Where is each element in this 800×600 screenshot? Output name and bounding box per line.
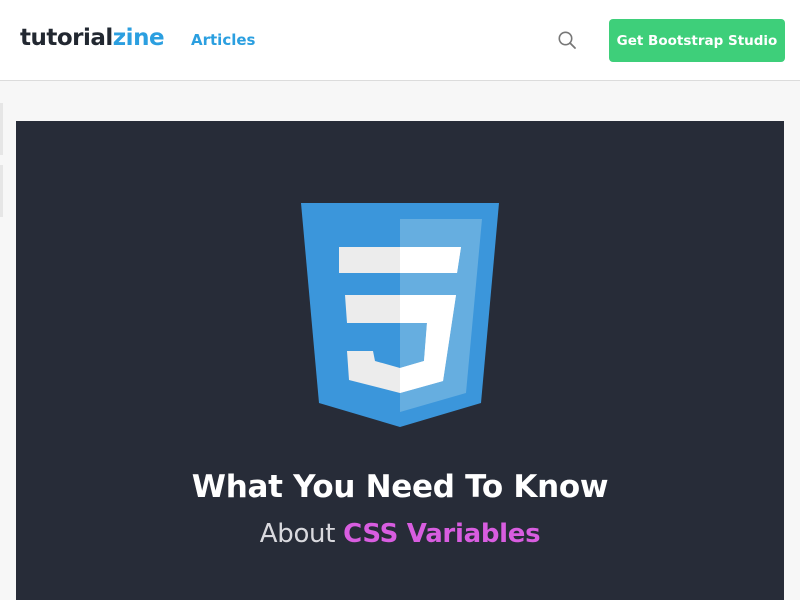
search-icon	[558, 31, 576, 49]
css3-logo-icon	[301, 203, 499, 427]
top-navbar: tutorialzine Articles Get Bootstrap Stud…	[0, 0, 800, 81]
logo-text-tutorial: tutorial	[20, 25, 113, 51]
nav-link-articles[interactable]: Articles	[191, 30, 255, 50]
article-hero-image[interactable]: What You Need To Know About CSS Variable…	[16, 121, 784, 600]
logo-text-zine: zine	[112, 25, 165, 51]
hero-title: What You Need To Know	[191, 469, 609, 505]
site-logo[interactable]: tutorialzine	[20, 22, 165, 54]
hero-subtitle: About CSS Variables	[16, 517, 784, 551]
hero-subtitle-highlight: CSS Variables	[343, 519, 541, 549]
side-edge-tab-2	[0, 165, 3, 217]
hero-subtitle-prefix: About	[259, 519, 336, 549]
side-edge-tab-1	[0, 103, 3, 155]
get-bootstrap-studio-button[interactable]: Get Bootstrap Studio	[609, 19, 785, 62]
search-button[interactable]	[556, 29, 578, 51]
